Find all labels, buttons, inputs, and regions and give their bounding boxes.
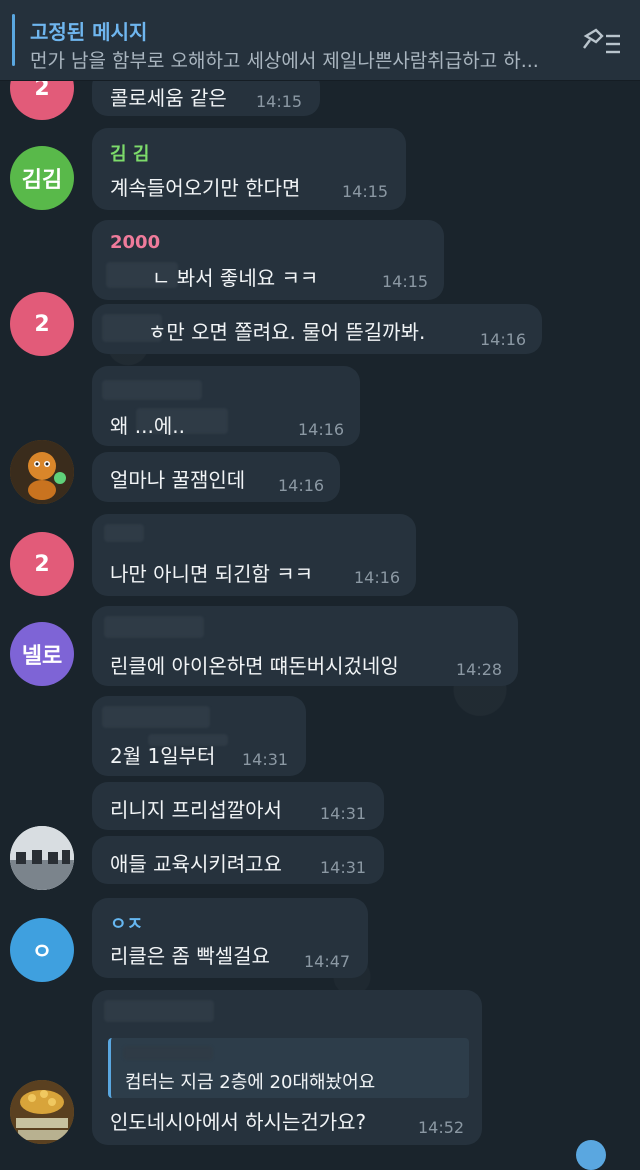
scroll-down-button[interactable] (576, 1140, 606, 1170)
avatar[interactable]: ㅇ (10, 918, 74, 982)
pinned-indicator (12, 14, 15, 66)
message-bubble[interactable]: 왜 ...에.. 14:16 (92, 366, 360, 446)
message-time: 14:16 (480, 330, 527, 349)
message-bubble[interactable]: 2월 1일부터 14:31 (92, 696, 306, 776)
message-time: 14:31 (320, 858, 367, 877)
sender-name: ㅇㅈ (110, 914, 144, 935)
message-time: 14:47 (304, 952, 351, 971)
redacted-area (104, 524, 144, 542)
sender-name: 2000 (110, 232, 161, 253)
avatar[interactable]: 2 (10, 532, 74, 596)
message-bubble[interactable]: 김 김 계속들어오기만 한다면 14:15 (92, 128, 406, 210)
message-text: 왜 ...에.. (110, 414, 185, 438)
message-bubble[interactable]: ㅇㅈ 리클은 좀 빡셀걸요 14:47 (92, 898, 368, 978)
avatar[interactable]: 김김 (10, 146, 74, 210)
redacted-area (102, 706, 210, 728)
message-text: 계속들어오기만 한다면 (110, 176, 301, 200)
sender-name: 김 김 (110, 144, 150, 165)
message-text: 리클은 좀 빡셀걸요 (110, 944, 270, 968)
message-time: 14:16 (354, 568, 401, 587)
message-text: 콜로세움 같은 (110, 86, 227, 110)
avatar[interactable]: 2 (10, 292, 74, 356)
message-bubble[interactable]: 린클에 아이온하면 떄돈버시겄네잉 14:28 (92, 606, 518, 686)
avatar[interactable]: 넬로 (10, 622, 74, 686)
unpin-list-icon[interactable] (582, 26, 622, 56)
message-text: 나만 아니면 되긴함 ㅋㅋ (110, 562, 314, 586)
message-time: 14:16 (278, 476, 325, 495)
message-text: 리니지 프리섭깔아서 (110, 798, 282, 822)
pinned-text: 먼가 남을 함부로 오해하고 세상에서 제일나쁜사람취급하고 하... (30, 50, 539, 72)
redacted-area (102, 380, 202, 400)
avatar[interactable] (10, 826, 74, 890)
pinned-message-bar[interactable]: 고정된 메시지 먼가 남을 함부로 오해하고 세상에서 제일나쁜사람취급하고 하… (0, 0, 640, 81)
message-text: 얼마나 꿀잼인데 (110, 468, 246, 492)
pinned-title: 고정된 메시지 (30, 20, 148, 44)
redacted-area (123, 1046, 213, 1060)
message-text: 인도네시아에서 하시는건가요? (110, 1110, 367, 1134)
message-text: 린클에 아이온하면 떄돈버시겄네잉 (110, 654, 399, 678)
message-bubble[interactable]: 리니지 프리섭깔아서 14:31 (92, 782, 384, 830)
message-bubble[interactable]: 얼마나 꿀잼인데 14:16 (92, 452, 340, 502)
message-text: 애들 교육시키려고요 (110, 852, 282, 876)
message-time: 14:28 (456, 660, 503, 679)
message-time: 14:52 (418, 1118, 465, 1137)
redacted-area (104, 616, 204, 638)
message-time: 14:15 (256, 92, 303, 111)
message-bubble[interactable]: 나만 아니면 되긴함 ㅋㅋ 14:16 (92, 514, 416, 596)
avatar[interactable] (10, 1080, 74, 1144)
message-time: 14:31 (320, 804, 367, 823)
message-time: 14:16 (298, 420, 345, 439)
message-bubble[interactable]: 2000 ㄴ 봐서 좋네요 ㅋㅋ 14:15 (92, 220, 444, 300)
message-time: 14:15 (382, 272, 429, 291)
message-text: ㅎ만 오면 쫄려요. 물어 뜯길까봐. (148, 320, 426, 344)
message-bubble[interactable]: ㅎ만 오면 쫄려요. 물어 뜯길까봐. 14:16 (92, 304, 542, 354)
message-time: 14:31 (242, 750, 289, 769)
reply-quote[interactable]: 컴터는 지금 2층에 20대해놨어요 (108, 1038, 469, 1098)
redacted-area (104, 1000, 214, 1022)
money-avatar-icon (10, 1080, 74, 1144)
message-time: 14:15 (342, 182, 389, 201)
avatar[interactable] (10, 440, 74, 504)
message-bubble[interactable]: 애들 교육시키려고요 14:31 (92, 836, 384, 884)
message-text: 2월 1일부터 (110, 744, 216, 768)
photo-avatar-icon (10, 826, 74, 890)
character-avatar-icon (10, 440, 74, 504)
message-bubble[interactable]: 컴터는 지금 2층에 20대해놨어요 인도네시아에서 하시는건가요? 14:52 (92, 990, 482, 1145)
reply-quote-text: 컴터는 지금 2층에 20대해놨어요 (125, 1072, 376, 1093)
message-text: ㄴ 봐서 좋네요 ㅋㅋ (152, 266, 319, 290)
